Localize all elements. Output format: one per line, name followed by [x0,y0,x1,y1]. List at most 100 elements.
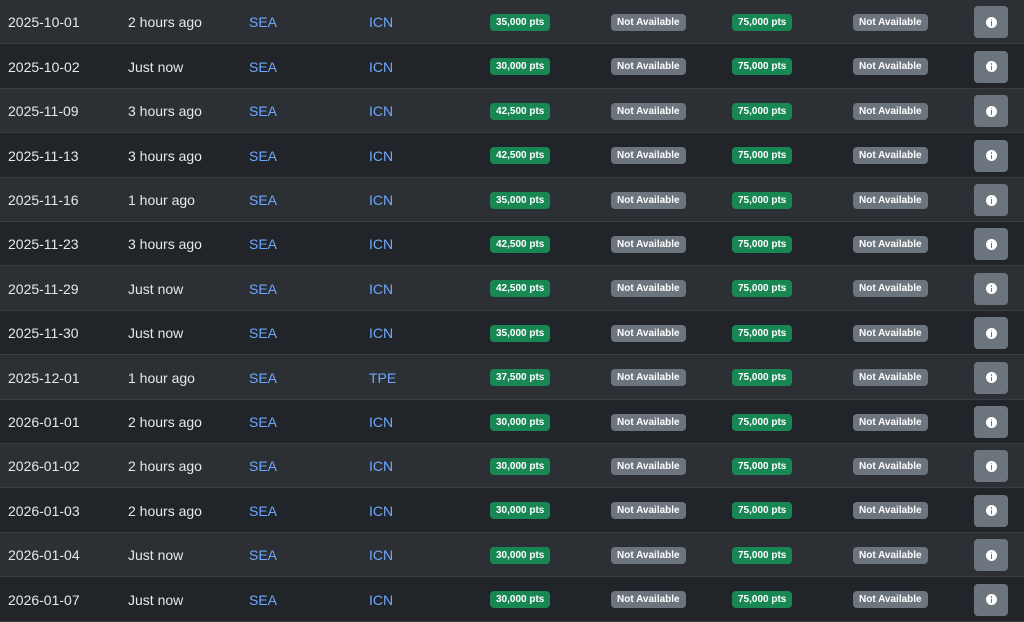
premium-cell: Not Available [611,222,721,266]
premium-cell: Not Available [611,266,721,311]
details-button[interactable] [974,361,1008,394]
details-button[interactable] [974,539,1008,571]
premium-availability-badge: Not Available [611,546,686,564]
destination-airport-link[interactable]: ICN [369,503,393,519]
origin-airport-link[interactable]: SEA [249,547,277,563]
origin-airport-link[interactable]: SEA [249,148,277,164]
economy-price-badge: 30,000 pts [490,502,551,519]
origin-cell: SEA [249,355,339,400]
departure-date: 2025-11-29 [8,280,79,297]
details-cell [974,0,1014,44]
business-price-badge: 75,000 pts [732,502,793,519]
destination-airport-link[interactable]: ICN [369,281,393,297]
last-updated: 3 hours ago [128,103,202,119]
premium-availability-badge: Not Available [611,369,686,386]
premium-availability-badge: Not Available [611,147,686,164]
details-button[interactable] [974,95,1008,127]
destination-cell: ICN [369,133,459,178]
economy-cell: 35,000 pts [490,178,600,222]
details-cell [974,89,1014,133]
business-price-badge: 75,000 pts [732,191,793,209]
details-cell [974,400,1014,444]
destination-cell: ICN [369,533,459,577]
origin-airport-link[interactable]: SEA [249,458,277,474]
premium-cell: Not Available [611,488,721,533]
premium-cell: Not Available [611,355,721,400]
business-cell: 75,000 pts [732,577,842,622]
details-button[interactable] [974,450,1008,482]
info-icon [985,283,997,294]
first-cell: Not Available [853,44,963,89]
first-availability-badge: Not Available [853,13,928,31]
origin-airport-link[interactable]: SEA [249,59,277,75]
details-cell [974,311,1014,355]
details-cell [974,133,1014,178]
origin-airport-link[interactable]: SEA [249,103,277,119]
business-price-badge: 75,000 pts [732,280,793,297]
details-cell [974,266,1014,311]
business-price-badge: 75,000 pts [732,591,793,608]
first-availability-badge: Not Available [853,58,928,75]
departure-date: 2026-01-03 [8,502,80,519]
premium-cell: Not Available [611,577,721,622]
premium-availability-badge: Not Available [611,502,686,519]
first-cell: Not Available [853,266,963,311]
details-button[interactable] [974,406,1008,438]
origin-airport-link[interactable]: SEA [249,325,277,341]
table-row: 2025-12-01 1 hour ago SEA TPE 37,500 pts Not … [0,355,1024,400]
destination-airport-link[interactable]: ICN [369,148,393,164]
details-button[interactable] [974,6,1008,38]
last-updated: Just now [128,547,184,563]
destination-airport-link[interactable]: ICN [369,325,393,341]
destination-airport-link[interactable]: ICN [369,592,393,608]
destination-cell: ICN [369,89,459,133]
origin-airport-link[interactable]: SEA [249,503,277,519]
origin-airport-link[interactable]: SEA [249,192,277,208]
first-cell: Not Available [853,577,963,622]
economy-price-badge: 42,500 pts [490,102,551,120]
premium-availability-badge: Not Available [611,413,686,431]
details-cell [974,178,1014,222]
economy-cell: 35,000 pts [490,0,600,44]
origin-cell: SEA [249,311,339,355]
first-cell: Not Available [853,0,963,44]
destination-airport-link[interactable]: ICN [369,236,393,252]
destination-airport-link[interactable]: ICN [369,414,393,430]
business-cell: 75,000 pts [732,533,842,577]
origin-airport-link[interactable]: SEA [249,281,277,297]
premium-availability-badge: Not Available [611,457,686,475]
table-row: 2025-11-30 Just now SEA ICN 35,000 pts Not Av… [0,311,1024,355]
details-button[interactable] [974,184,1008,216]
destination-airport-link[interactable]: ICN [369,458,393,474]
origin-airport-link[interactable]: SEA [249,414,277,430]
origin-airport-link[interactable]: SEA [249,370,277,386]
premium-availability-badge: Not Available [611,191,686,209]
details-button[interactable] [974,494,1008,527]
details-button[interactable] [974,317,1008,349]
details-button[interactable] [974,139,1008,172]
details-button[interactable] [974,228,1008,260]
origin-cell: SEA [249,577,339,622]
destination-airport-link[interactable]: ICN [369,59,393,75]
destination-airport-link[interactable]: TPE [369,370,396,386]
table-row: 2026-01-04 Just now SEA ICN 30,000 pts Not Av… [0,533,1024,577]
destination-cell: ICN [369,44,459,89]
destination-airport-link[interactable]: ICN [369,547,393,563]
origin-cell: SEA [249,133,339,178]
destination-airport-link[interactable]: ICN [369,103,393,119]
origin-airport-link[interactable]: SEA [249,236,277,252]
details-button[interactable] [974,272,1008,305]
economy-cell: 30,000 pts [490,400,600,444]
info-icon [985,594,997,605]
last-updated: 1 hour ago [128,369,195,386]
business-cell: 75,000 pts [732,266,842,311]
destination-airport-link[interactable]: ICN [369,14,393,30]
origin-airport-link[interactable]: SEA [249,592,277,608]
table-row: 2026-01-02 2 hours ago SEA ICN 30,000 pts Not… [0,444,1024,488]
details-button[interactable] [974,50,1008,83]
details-button[interactable] [974,583,1008,616]
destination-airport-link[interactable]: ICN [369,192,393,208]
business-price-badge: 75,000 pts [732,13,793,31]
economy-cell: 30,000 pts [490,577,600,622]
origin-airport-link[interactable]: SEA [249,14,277,30]
